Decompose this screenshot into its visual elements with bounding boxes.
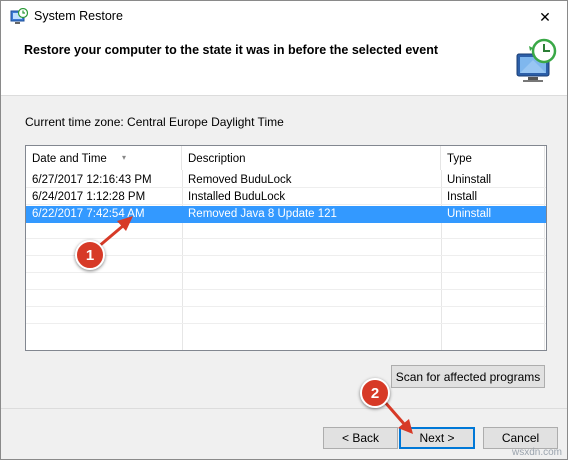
row-divider [26,306,546,307]
row-divider [26,289,546,290]
column-header-type[interactable]: Type [441,146,545,170]
cancel-button[interactable]: Cancel [483,427,558,449]
watermark: wsxdn.com [511,447,562,458]
table-row[interactable]: 6/27/2017 12:16:43 PM Removed BuduLock U… [26,172,546,189]
back-button[interactable]: < Back [323,427,398,449]
annotation-badge-2: 2 [360,378,390,408]
cell-date: 6/24/2017 1:12:28 PM [32,191,146,203]
cell-description: Removed Java 8 Update 121 [188,208,337,220]
annotation-badge-1: 1 [75,240,105,270]
cell-type: Uninstall [447,208,492,220]
system-restore-icon [10,8,28,24]
row-divider [26,323,546,324]
scan-affected-programs-button[interactable]: Scan for affected programs [391,365,545,388]
system-restore-window: System Restore ✕ Restore your computer t… [0,0,568,460]
cell-type: Uninstall [447,174,492,186]
sort-indicator-icon: ▾ [122,153,127,162]
close-button[interactable]: ✕ [523,1,567,33]
row-divider [26,272,546,273]
cell-description: Installed BuduLock [188,191,286,203]
window-title: System Restore [34,9,123,23]
timezone-label: Current time zone: Central Europe Daylig… [25,115,284,129]
close-icon: ✕ [539,8,551,25]
row-divider [26,238,546,239]
cell-date: 6/27/2017 12:16:43 PM [32,174,152,186]
title-bar: System Restore ✕ [1,1,567,33]
table-row-selected[interactable]: 6/22/2017 7:42:54 AM Removed Java 8 Upda… [26,206,546,223]
table-row[interactable]: 6/24/2017 1:12:28 PM Installed BuduLock … [26,189,546,206]
footer-divider [1,408,567,409]
cell-type: Install [447,191,478,203]
page-title: Restore your computer to the state it wa… [24,43,438,57]
wizard-header: Restore your computer to the state it wa… [1,33,567,96]
column-header-date[interactable]: Date and Time ▾ [26,146,182,170]
cell-date: 6/22/2017 7:42:54 AM [32,208,145,220]
column-header-description[interactable]: Description [182,146,441,170]
system-restore-clock-icon [516,38,557,82]
next-button[interactable]: Next > [399,427,475,449]
cell-description: Removed BuduLock [188,174,292,186]
